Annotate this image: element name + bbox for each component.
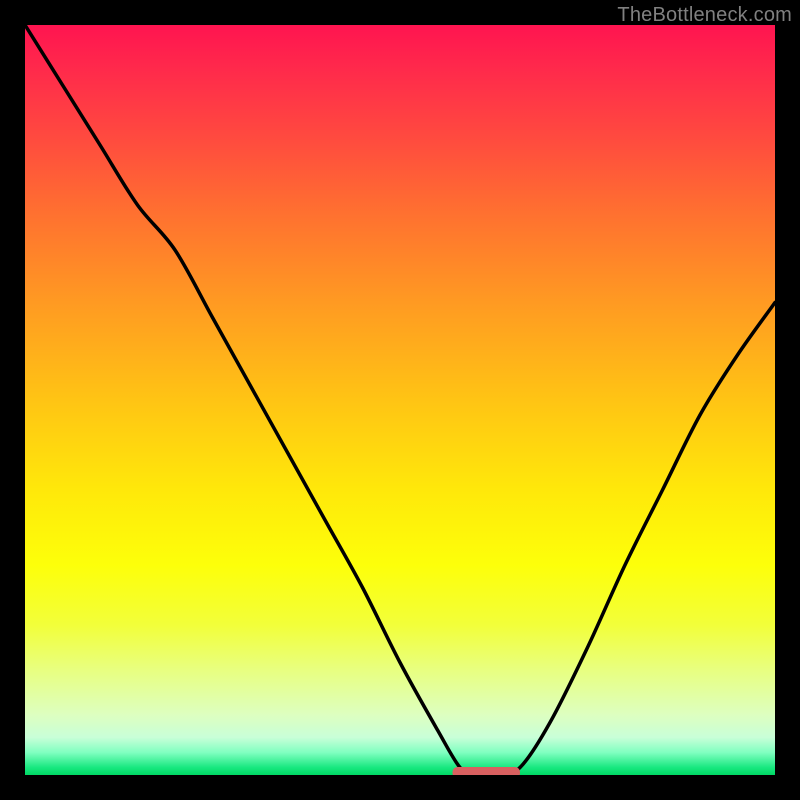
plot-area	[25, 25, 775, 775]
bottleneck-curve	[25, 25, 775, 775]
optimum-marker	[453, 767, 521, 775]
curve-layer	[25, 25, 775, 775]
chart-frame: TheBottleneck.com	[0, 0, 800, 800]
watermark-text: TheBottleneck.com	[617, 4, 792, 27]
